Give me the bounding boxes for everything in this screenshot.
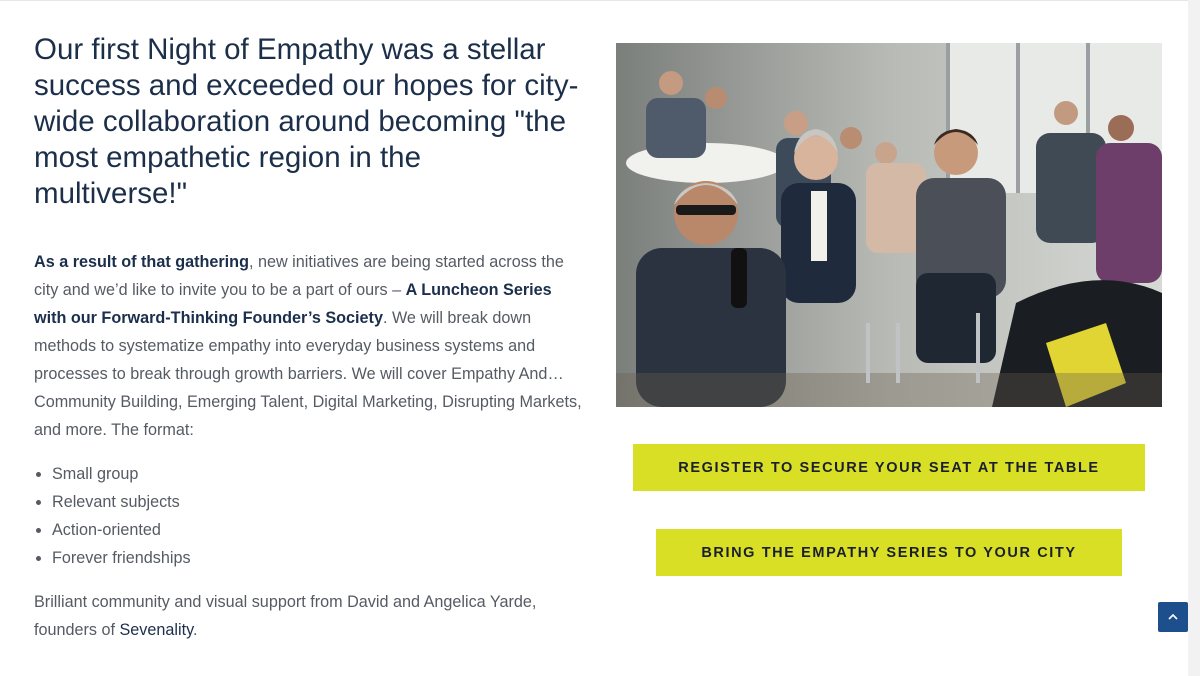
list-item: Small group [52,460,582,488]
credit-text: Brilliant community and visual support f… [34,593,537,639]
list-item: Relevant subjects [52,488,582,516]
content-column: Our first Night of Empathy was a stellar… [34,32,582,644]
event-photo [616,43,1162,407]
list-item: Forever friendships [52,544,582,572]
register-button[interactable]: REGISTER TO SECURE YOUR SEAT AT THE TABL… [633,444,1145,491]
format-list: Small group Relevant subjects Action-ori… [34,460,582,572]
credit-paragraph: Brilliant community and visual support f… [34,588,582,644]
bring-series-button[interactable]: BRING THE EMPATHY SERIES TO YOUR CITY [656,529,1122,576]
sevenality-link[interactable]: Sevenality [120,621,193,639]
page-headline: Our first Night of Empathy was a stellar… [34,33,579,210]
chevron-up-icon [1168,608,1178,626]
intro-paragraph: As a result of that gathering, new initi… [34,248,582,444]
intro-text-2: . We will break down methods to systemat… [34,309,582,439]
top-divider [0,0,1200,1]
list-item: Action-oriented [52,516,582,544]
intro-lead: As a result of that gathering [34,253,249,271]
back-to-top-button[interactable] [1158,602,1188,632]
page-scrollbar[interactable] [1188,0,1200,676]
credit-end: . [192,621,198,639]
